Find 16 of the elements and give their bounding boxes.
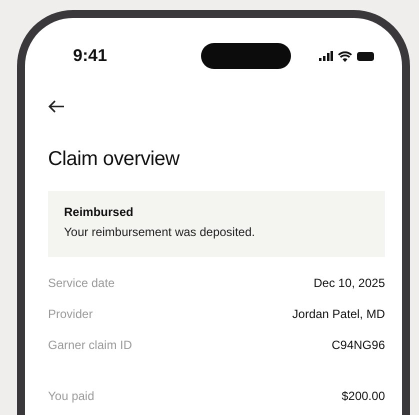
page-title: Claim overview (48, 148, 181, 171)
detail-label: Garner claim ID (48, 337, 132, 353)
wifi-icon (338, 50, 352, 62)
detail-label: Provider (48, 306, 93, 322)
status-heading: Reimbursed (64, 205, 134, 219)
payment-label: You paid (48, 388, 94, 404)
status-time: 9:41 (73, 46, 108, 66)
status-message: Your reimbursement was deposited. (64, 225, 256, 239)
detail-value: Jordan Patel, MD (292, 306, 385, 322)
payment-value: $200.00 (342, 388, 385, 404)
detail-value: C94NG96 (332, 337, 385, 353)
signal-icon (319, 51, 333, 61)
detail-value: Dec 10, 2025 (314, 275, 385, 291)
detail-label: Service date (48, 275, 115, 291)
battery-icon (357, 52, 374, 60)
back-arrow-icon (48, 100, 65, 113)
